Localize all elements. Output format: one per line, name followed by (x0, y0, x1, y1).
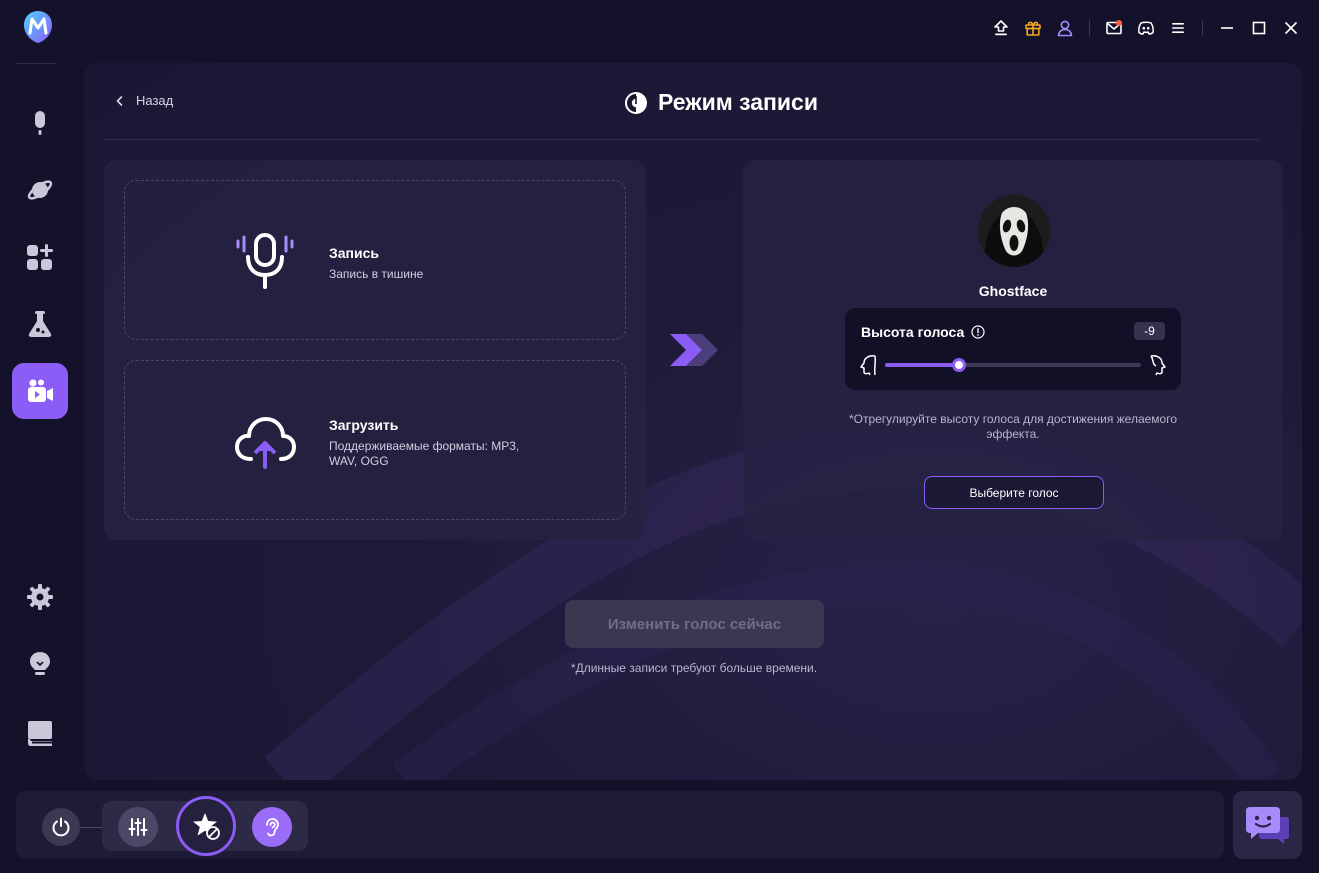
maximize-icon (1252, 21, 1266, 35)
minimize-icon (1221, 27, 1233, 29)
sidebar-item-guide[interactable] (12, 705, 68, 761)
pitch-value: -9 (1134, 322, 1165, 340)
user-icon (1057, 20, 1073, 37)
discord-button[interactable] (1130, 12, 1162, 44)
voice-settings-card: Ghostface Высота голоса -9 *Отрегулируйт… (743, 160, 1283, 540)
minimize-button[interactable] (1211, 12, 1243, 44)
power-button[interactable] (42, 808, 80, 846)
upload-icon (994, 20, 1008, 36)
sidebar-item-settings[interactable] (12, 569, 68, 625)
voice-effect-button[interactable] (176, 796, 236, 856)
mixer-button[interactable] (118, 807, 158, 847)
book-icon (28, 721, 52, 746)
cloud-upload-icon (235, 417, 296, 469)
gift-icon (1025, 21, 1041, 36)
record-option[interactable]: Запись Запись в тишине (124, 180, 626, 340)
sidebar-item-lab[interactable] (12, 296, 68, 352)
record-option-subtitle: Запись в тишине (329, 267, 424, 281)
sidebar-item-voice-changer[interactable] (12, 95, 68, 151)
logo-divider (16, 63, 56, 64)
effects-group (102, 796, 308, 856)
page-title: Режим записи (624, 89, 818, 116)
hear-myself-button[interactable] (252, 807, 292, 847)
toolbar-divider (1202, 20, 1203, 36)
change-voice-button[interactable]: Изменить голос сейчас (565, 600, 824, 648)
planet-icon (27, 180, 53, 200)
voice-name: Ghostface (978, 283, 1048, 299)
bottom-control-bar (16, 791, 1224, 859)
upload-option-subtitle: Поддерживаемые форматы: MP3, WAV, OGG (329, 439, 520, 468)
double-chevron-right-icon (670, 334, 718, 366)
sidebar-item-planet[interactable] (12, 162, 68, 218)
mail-button[interactable] (1098, 12, 1130, 44)
ear-icon (266, 818, 279, 837)
account-button[interactable] (1049, 12, 1081, 44)
low-pitch-head-icon (860, 355, 877, 376)
toolbar-divider (1089, 20, 1090, 36)
record-option-text: Запись Запись в тишине (329, 245, 529, 282)
video-camera-icon (28, 379, 53, 402)
menu-button[interactable] (1162, 12, 1194, 44)
high-pitch-head-icon (1150, 355, 1166, 376)
upload-option-text: Загрузить Поддерживаемые форматы: MP3, W… (329, 417, 529, 469)
sidebar-item-apps[interactable] (12, 229, 68, 285)
page-title-text: Режим записи (658, 89, 818, 115)
sidebar-item-recording[interactable] (12, 363, 68, 419)
voice-avatar (978, 195, 1050, 267)
back-label: Назад (136, 93, 174, 108)
notification-dot (1116, 20, 1122, 26)
microphone-icon (35, 111, 45, 135)
long-recording-note: *Длинные записи требуют больше времени. (570, 661, 818, 675)
sidebar (0, 0, 80, 790)
pitch-slider-thumb[interactable] (952, 358, 967, 372)
app-window: Назад Режим записи Запись Запись в тишин… (0, 0, 1319, 873)
gift-button[interactable] (1017, 12, 1049, 44)
pitch-label-row: Высота голоса (861, 324, 985, 340)
discord-icon (1138, 21, 1154, 35)
record-mode-icon (625, 91, 647, 114)
power-icon (52, 817, 70, 837)
chevron-left-icon (116, 95, 123, 106)
connector-line (80, 827, 104, 828)
upload-button[interactable] (985, 12, 1017, 44)
app-logo (22, 10, 54, 44)
back-button[interactable]: Назад (114, 93, 173, 108)
pitch-slider-fill (885, 363, 960, 367)
close-button[interactable] (1275, 12, 1307, 44)
record-option-title: Запись (329, 245, 380, 261)
apps-add-icon (27, 244, 53, 270)
upload-option-title: Загрузить (329, 417, 399, 433)
pitch-label: Высота голоса (861, 324, 965, 340)
lightbulb-icon (30, 652, 50, 675)
microphone-wave-icon (236, 233, 294, 289)
pitch-slider[interactable] (885, 358, 1141, 372)
menu-icon (1172, 23, 1184, 33)
pitch-control: Высота голоса -9 (845, 308, 1181, 390)
upload-option[interactable]: Загрузить Поддерживаемые форматы: MP3, W… (124, 360, 626, 520)
main-panel: Назад Режим записи Запись Запись в тишин… (84, 63, 1302, 780)
title-divider (104, 139, 1260, 140)
star-effect-icon (193, 813, 220, 840)
choose-voice-button[interactable]: Выберите голос (924, 476, 1104, 509)
info-icon[interactable] (971, 325, 985, 339)
close-icon (1284, 21, 1298, 35)
support-chat-button[interactable] (1233, 791, 1302, 859)
maximize-button[interactable] (1243, 12, 1275, 44)
flask-icon (28, 311, 52, 337)
pitch-hint: *Отрегулируйте высоту голоса для достиже… (848, 412, 1178, 441)
gear-icon (27, 584, 53, 610)
input-source-card: Запись Запись в тишине Загрузить Поддерж… (104, 160, 646, 540)
chat-icon (1245, 807, 1289, 844)
sidebar-item-tips[interactable] (12, 636, 68, 692)
top-toolbar (985, 10, 1319, 46)
mixer-icon (128, 818, 148, 836)
